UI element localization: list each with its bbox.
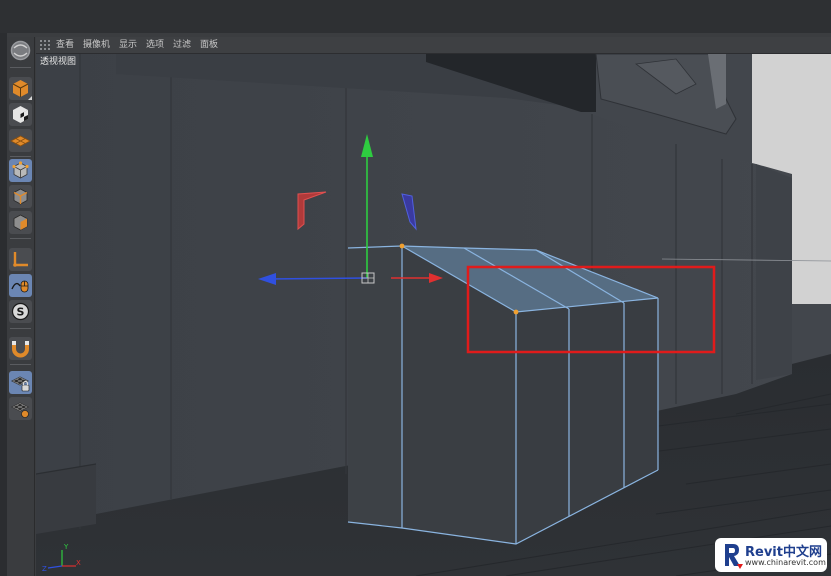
viewport-title[interactable]: 透视视图 xyxy=(40,56,76,68)
revit-logo-icon xyxy=(725,544,743,569)
box-left-face xyxy=(348,246,402,528)
axis-mode-icon[interactable] xyxy=(9,248,32,271)
toolbar-separator xyxy=(10,156,31,157)
workplane-icon[interactable] xyxy=(9,129,32,152)
axis-label-x: X xyxy=(76,559,81,567)
snap-magnet-icon[interactable] xyxy=(9,337,32,360)
box-vertex-point[interactable] xyxy=(513,309,519,315)
axis-orientation-widget: Y X Z xyxy=(42,543,81,572)
menu-panel[interactable]: 面板 xyxy=(200,38,218,52)
menu-options[interactable]: 选项 xyxy=(146,38,164,52)
perspective-viewport[interactable]: 透视视图 Y X Z xyxy=(36,54,831,576)
box-vertex-point[interactable] xyxy=(399,243,405,249)
toolbar-separator xyxy=(10,328,31,329)
toolbar-separator xyxy=(10,364,31,365)
axis-label-y: Y xyxy=(63,543,69,551)
gizmo-z-axis[interactable] xyxy=(267,277,368,280)
texture-mode-icon[interactable] xyxy=(9,103,32,126)
watermark-url: www.chinarevit.com xyxy=(745,558,826,567)
svg-text:S: S xyxy=(17,306,25,319)
toolbar-separator xyxy=(10,67,31,68)
cinema4d-logo-icon[interactable] xyxy=(9,39,32,62)
viewport-menubar: 查看 摄像机 显示 选项 过滤 面板 xyxy=(36,37,831,54)
watermark-badge: Revit中文网 www.chinarevit.com xyxy=(715,538,827,572)
polygons-mode-icon[interactable] xyxy=(9,211,32,234)
workplane-grid-icon[interactable] xyxy=(9,397,32,420)
menu-filter[interactable]: 过滤 xyxy=(173,38,191,52)
solo-mode-icon[interactable]: S xyxy=(9,300,32,323)
model-mode-icon[interactable] xyxy=(9,77,32,100)
menu-display[interactable]: 显示 xyxy=(119,38,137,52)
points-mode-icon[interactable] xyxy=(9,159,32,182)
axis-label-z: Z xyxy=(42,565,47,572)
edges-mode-icon[interactable] xyxy=(9,185,32,208)
right-block xyxy=(756,164,792,380)
viewport-scene xyxy=(36,54,831,576)
drag-grip-icon[interactable] xyxy=(40,40,50,50)
toolbar-separator xyxy=(10,238,31,239)
menu-view[interactable]: 查看 xyxy=(56,38,74,52)
tweak-mode-icon[interactable] xyxy=(9,274,32,297)
window-top-strip xyxy=(0,0,831,33)
left-base xyxy=(36,464,96,534)
mode-toolbar: S xyxy=(7,37,35,576)
submenu-arrow-icon xyxy=(28,96,32,100)
menu-camera[interactable]: 摄像机 xyxy=(83,38,110,52)
workplane-lock-icon[interactable] xyxy=(9,371,32,394)
